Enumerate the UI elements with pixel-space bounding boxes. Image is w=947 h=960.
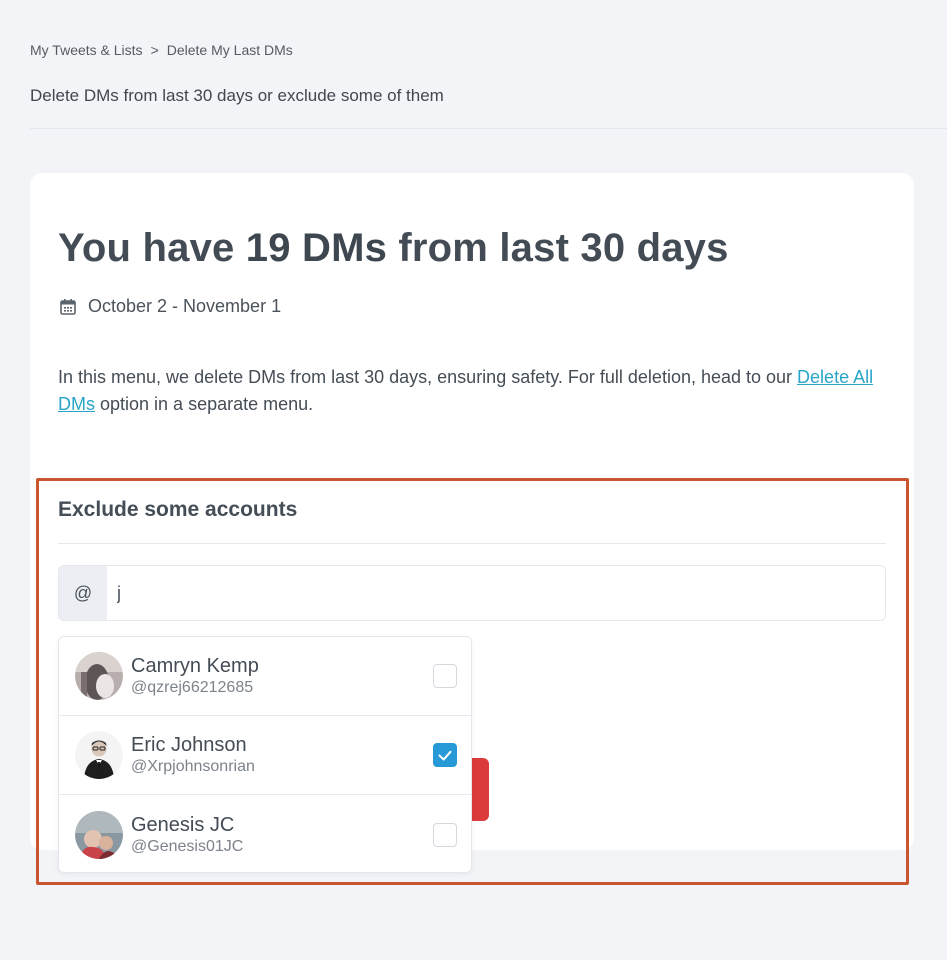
description: In this menu, we delete DMs from last 30…: [58, 364, 898, 418]
breadcrumb-item-delete-my-last-dms[interactable]: Delete My Last DMs: [167, 42, 293, 58]
exclude-checkbox[interactable]: [433, 822, 457, 847]
account-name: Camryn Kemp: [131, 655, 259, 677]
calendar-icon: [58, 297, 78, 317]
account-search-input[interactable]: [107, 566, 885, 620]
breadcrumb: My Tweets & Lists > Delete My Last DMs: [30, 42, 293, 58]
avatar: [75, 731, 123, 779]
headline-prefix: You have: [58, 226, 246, 270]
account-name: Eric Johnson: [131, 734, 247, 756]
dm-count: 19 DMs: [245, 226, 388, 270]
description-text-after: option in a separate menu.: [95, 394, 314, 414]
account-results-dropdown: Camryn Kemp @qzrej66212685 Eric Johnson …: [58, 636, 472, 873]
list-item-eric-johnson[interactable]: Eric Johnson @Xrpjohnsonrian: [59, 716, 471, 795]
date-range: October 2 - November 1: [58, 296, 281, 317]
divider: [58, 543, 886, 544]
exclude-checkbox[interactable]: [433, 743, 457, 767]
breadcrumb-item-my-tweets-lists[interactable]: My Tweets & Lists: [30, 42, 143, 58]
exclude-checkbox[interactable]: [433, 664, 457, 688]
check-icon: [438, 750, 452, 761]
headline-suffix: from last 30 days: [387, 226, 729, 270]
account-handle: @Xrpjohnsonrian: [131, 758, 255, 775]
page-subtitle: Delete DMs from last 30 days or exclude …: [30, 86, 444, 105]
description-text-before: In this menu, we delete DMs from last 30…: [58, 367, 798, 387]
page-title: You have 19 DMs from last 30 days: [58, 226, 729, 271]
account-handle: @Genesis01JC: [131, 837, 244, 855]
exclude-section-title: Exclude some accounts: [58, 498, 298, 521]
account-search: @: [58, 565, 886, 621]
divider: [30, 128, 947, 129]
account-handle: @qzrej66212685: [131, 679, 254, 696]
avatar: [75, 810, 123, 859]
at-sign-prefix: @: [59, 566, 107, 620]
account-name: Genesis JC: [131, 813, 235, 836]
list-item-genesis-jc[interactable]: Genesis JC @Genesis01JC: [59, 795, 471, 872]
chevron-right-icon: >: [150, 42, 159, 58]
list-item-camryn-kemp[interactable]: Camryn Kemp @qzrej66212685: [59, 637, 471, 716]
date-range-text: October 2 - November 1: [88, 296, 282, 316]
avatar: [75, 652, 123, 700]
